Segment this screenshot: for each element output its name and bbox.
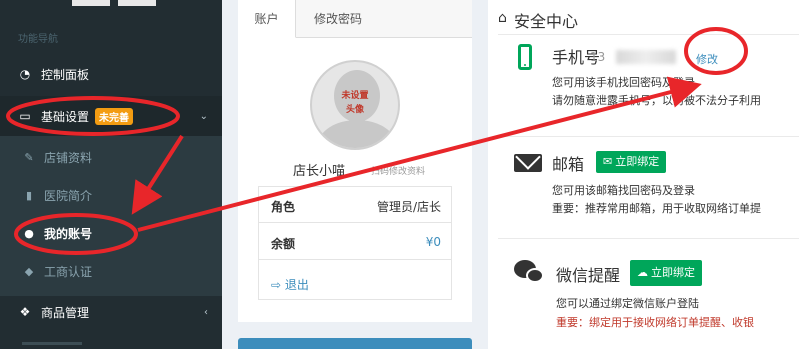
tab-account[interactable]: 账户 bbox=[238, 0, 296, 38]
info-key: 角色 bbox=[271, 200, 296, 214]
desktop-icon: ▭ bbox=[19, 109, 31, 123]
email-title: 邮箱 bbox=[552, 155, 585, 174]
envelope-icon bbox=[514, 154, 542, 172]
avatar-placeholder-text: 未设置 bbox=[341, 91, 369, 101]
bookmark-icon: ▮ bbox=[25, 188, 33, 202]
button-label: 立即绑定 bbox=[651, 266, 695, 279]
bind-wechat-button[interactable]: ☁ 立即绑定 bbox=[630, 260, 702, 286]
email-desc: 您可用该邮箱找回密码及登录 bbox=[552, 184, 695, 197]
sidebar-item-hospital-intro[interactable]: ▮ 医院简介 bbox=[0, 178, 222, 212]
divider bbox=[498, 34, 799, 35]
sidebar-item-label: 医院简介 bbox=[44, 188, 93, 203]
sidebar-item-label: 工商认证 bbox=[44, 264, 93, 279]
chevron-down-icon: ⌄ bbox=[199, 110, 208, 122]
modify-phone-link[interactable]: 修改 bbox=[696, 51, 718, 67]
next-panel-header bbox=[238, 338, 472, 349]
user-icon: ● bbox=[24, 226, 34, 240]
sidebar-item-product-mgmt[interactable]: ❖ 商品管理 ‹ bbox=[0, 292, 222, 332]
home-icon: ⌂ bbox=[498, 10, 507, 26]
masked-phone-digits bbox=[616, 50, 676, 64]
sidebar-item-label: 基础设置 bbox=[41, 109, 90, 124]
account-info-table: 角色 管理员/店长 余额 ¥0 ⇨ 退出 bbox=[258, 186, 452, 300]
shop-name: 店长小喵 bbox=[293, 164, 346, 179]
sidebar-item-basic-settings[interactable]: ▭ 基础设置 未完善 ⌄ bbox=[0, 96, 222, 136]
status-badge: 未完善 bbox=[95, 107, 134, 125]
avatar-body-shape bbox=[318, 120, 396, 148]
phone-desc: 您可用该手机找回密码及登录 bbox=[552, 76, 695, 89]
email-important: 重要：推荐常用邮箱，用于收取网络订单提 bbox=[552, 202, 761, 215]
info-row-role: 角色 管理员/店长 bbox=[259, 187, 451, 223]
avatar[interactable]: 未设置 头像 bbox=[310, 60, 400, 150]
info-row-balance: 余额 ¥0 bbox=[259, 224, 451, 260]
tab-change-password[interactable]: 修改密码 bbox=[314, 0, 362, 38]
sidebar-item-my-account[interactable]: ● 我的账号 bbox=[0, 216, 222, 250]
shop-name-hint[interactable]: 扫码修改资料 bbox=[371, 164, 425, 177]
phone-number: 13 bbox=[590, 50, 606, 64]
wechat-title: 微信提醒 bbox=[556, 266, 621, 285]
sidebar: 功能导航 ◔ 控制面板 ▭ 基础设置 未完善 ⌄ ✎ 店铺资料 ▮ 医院简介 ●… bbox=[0, 0, 222, 349]
bind-email-button[interactable]: ✉ 立即绑定 bbox=[596, 151, 667, 173]
cubes-icon: ❖ bbox=[19, 305, 31, 319]
wechat-desc: 您可以通过绑定微信账户登陆 bbox=[556, 297, 699, 310]
logo-block bbox=[118, 0, 156, 6]
mobile-phone-icon bbox=[518, 44, 532, 70]
divider bbox=[498, 136, 799, 137]
account-panel: 账户 修改密码 未设置 头像 店长小喵 扫码修改资料 角色 管理员/店长 余额 … bbox=[238, 0, 472, 322]
sidebar-item-dashboard[interactable]: ◔ 控制面板 bbox=[0, 54, 222, 94]
info-value: 管理员/店长 bbox=[376, 200, 441, 214]
button-label: 立即绑定 bbox=[615, 155, 660, 168]
shield-icon: ◆ bbox=[24, 264, 34, 278]
sign-out-icon: ⇨ bbox=[271, 278, 282, 292]
info-value: ¥0 bbox=[425, 235, 441, 249]
sidebar-item-label: 控制面板 bbox=[41, 67, 90, 82]
logout-link[interactable]: ⇨ 退出 bbox=[271, 276, 309, 293]
chevron-left-icon: ‹ bbox=[204, 306, 208, 318]
wechat-bubble-shape bbox=[526, 268, 544, 283]
sidebar-next-item bbox=[22, 342, 82, 345]
wechat-icon bbox=[514, 260, 546, 284]
divider bbox=[498, 238, 799, 239]
phone-warning: 请勿随意泄露手机号，以防被不法分子利用 bbox=[552, 94, 761, 107]
security-center-panel: ⌂ 安全中心 手机号 13 修改 您可用该手机找回密码及登录 请勿随意泄露手机号… bbox=[488, 0, 799, 349]
sidebar-item-label: 商品管理 bbox=[41, 305, 90, 320]
sidebar-item-shop-info[interactable]: ✎ 店铺资料 bbox=[0, 140, 222, 174]
info-key: 余额 bbox=[271, 237, 296, 251]
edit-icon: ✎ bbox=[24, 150, 34, 164]
envelope-small-icon: ✉ bbox=[603, 155, 613, 168]
logout-label: 退出 bbox=[284, 278, 309, 292]
security-center-title: 安全中心 bbox=[514, 12, 579, 31]
logo-block bbox=[72, 0, 110, 6]
sidebar-item-label: 店铺资料 bbox=[44, 150, 93, 165]
sidebar-item-label: 我的账号 bbox=[44, 226, 93, 241]
wechat-small-icon: ☁ bbox=[637, 266, 648, 279]
sidebar-section-title: 功能导航 bbox=[18, 34, 58, 45]
avatar-placeholder-text: 头像 bbox=[345, 105, 364, 115]
wechat-important: 重要：绑定用于接收网络订单提醒、收银 bbox=[556, 316, 754, 329]
sidebar-item-business-cert[interactable]: ◆ 工商认证 bbox=[0, 254, 222, 288]
dashboard-icon: ◔ bbox=[19, 67, 31, 81]
account-tabs: 账户 修改密码 bbox=[238, 0, 472, 38]
